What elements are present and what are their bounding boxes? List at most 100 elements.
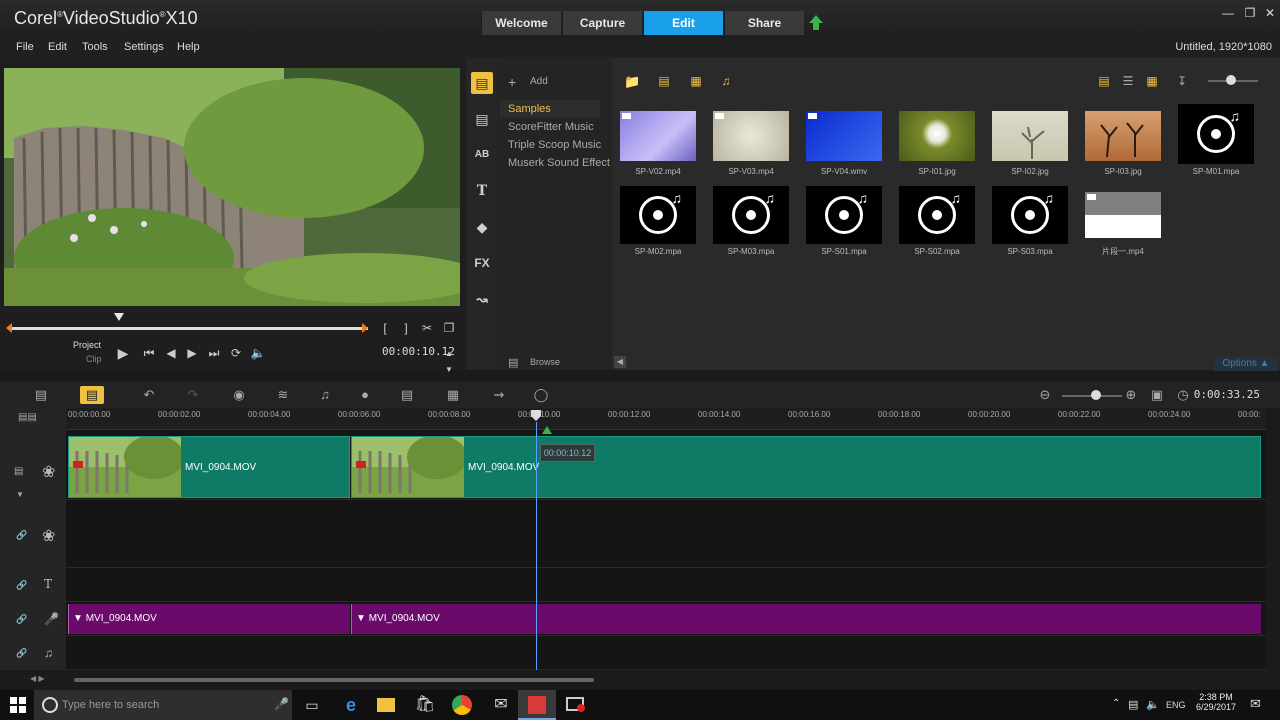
tab-share[interactable]: Share xyxy=(724,11,804,35)
repeat-icon[interactable]: ⟳ xyxy=(227,345,245,361)
title-link-icon[interactable]: 🔗 xyxy=(16,580,27,591)
close-icon[interactable]: ✕ xyxy=(1260,6,1280,22)
menu-help[interactable]: Help xyxy=(177,41,200,53)
sort-icon[interactable]: ▤ xyxy=(1096,74,1112,90)
music-link-icon[interactable]: 🔗 xyxy=(16,648,27,659)
fit-project-icon[interactable]: ▣ xyxy=(1146,386,1168,404)
title-icon[interactable]: T xyxy=(471,180,493,202)
library-item[interactable]: 片段一.mp4 xyxy=(1083,192,1163,257)
trim-end-marker[interactable] xyxy=(362,323,368,333)
library-item[interactable]: ♫ SP-M01.mpa xyxy=(1176,104,1256,176)
title-track[interactable] xyxy=(66,568,1266,602)
time-remapping-icon[interactable]: ⇝ xyxy=(488,386,510,404)
tab-welcome[interactable]: Welcome xyxy=(481,11,561,35)
mark-out-icon[interactable]: ] xyxy=(397,320,415,336)
overlay-track[interactable] xyxy=(66,500,1266,568)
prev-frame-icon[interactable]: ◀ xyxy=(162,345,180,361)
transition-icon[interactable]: AB xyxy=(471,144,493,166)
show-videos-icon[interactable]: ▤ xyxy=(656,74,672,90)
mark-in-icon[interactable]: [ xyxy=(376,320,394,336)
show-audio-icon[interactable]: ♫ xyxy=(718,74,734,90)
folder-samples[interactable]: Samples xyxy=(508,103,551,115)
video-clip[interactable]: MVI_0904.MOV xyxy=(68,436,350,498)
end-icon[interactable]: ⏭ xyxy=(205,345,223,361)
thumbnail-size-knob[interactable] xyxy=(1226,75,1236,85)
menu-tools[interactable]: Tools xyxy=(82,41,108,53)
zoom-out-icon[interactable]: ⊖ xyxy=(1034,386,1056,404)
scrubber-handle[interactable] xyxy=(114,313,124,323)
list-view-icon[interactable]: ☰ xyxy=(1120,74,1136,90)
library-item[interactable]: ♫ SP-M02.mpa xyxy=(618,186,698,256)
graphic-icon[interactable]: ◆ xyxy=(471,216,493,238)
tab-capture[interactable]: Capture xyxy=(562,11,642,35)
redo-icon[interactable]: ↷ xyxy=(182,386,204,404)
library-item[interactable]: SP-I02.jpg xyxy=(990,111,1070,176)
library-item[interactable]: ♫ SP-S03.mpa xyxy=(990,186,1070,256)
zoom-slider-knob[interactable] xyxy=(1091,390,1101,400)
play-icon[interactable]: ▶ xyxy=(114,345,132,361)
taskbar-clock[interactable]: 2:38 PM 6/29/2017 xyxy=(1194,692,1238,712)
path-icon[interactable]: ↝ xyxy=(471,288,493,310)
timecode-spinner-icon[interactable]: ▲ ▼ xyxy=(444,346,454,374)
microphone-icon[interactable]: 🎤 xyxy=(274,697,289,711)
task-view-icon[interactable]: ▭ xyxy=(301,694,323,716)
network-icon[interactable]: ▤ xyxy=(1128,698,1138,711)
folder-triple-scoop-music[interactable]: Triple Scoop Music xyxy=(508,139,601,151)
show-photos-icon[interactable]: ▦ xyxy=(688,74,704,90)
library-item[interactable]: ♫ SP-S02.mpa xyxy=(897,186,977,256)
expand-track-icon[interactable]: ▼ xyxy=(16,490,24,499)
split-icon[interactable]: ✂ xyxy=(418,320,436,336)
browse-icon[interactable]: ▤ xyxy=(508,356,518,369)
file-explorer-icon[interactable] xyxy=(377,698,395,712)
edge-browser-icon[interactable]: e xyxy=(340,694,362,716)
library-item[interactable]: ♫ SP-M03.mpa xyxy=(711,186,791,256)
mail-icon[interactable]: ✉ xyxy=(490,694,512,716)
mask-creator-icon[interactable]: ◯ xyxy=(530,386,552,404)
audio-clip[interactable]: ▼ MVI_0904.MOV xyxy=(68,604,350,634)
restore-icon[interactable]: ❐ xyxy=(1240,6,1260,22)
multi-camera-icon[interactable]: ▦ xyxy=(442,386,464,404)
speaker-icon[interactable]: 🔈 xyxy=(1146,698,1160,711)
add-folder-button[interactable]: Add xyxy=(530,76,548,87)
media-icon[interactable]: ▤ xyxy=(471,72,493,94)
folder-scorefitter-music[interactable]: ScoreFitter Music xyxy=(508,121,594,133)
track-manager-icon[interactable]: ▤▤ xyxy=(18,412,37,423)
library-item[interactable]: ♫ SP-S01.mpa xyxy=(804,186,884,256)
chrome-icon[interactable] xyxy=(452,695,472,715)
options-button[interactable]: Options ▲ xyxy=(1214,357,1278,371)
collapse-library-icon[interactable]: ◀ xyxy=(614,356,626,368)
folder-muserk-sound-effect[interactable]: Muserk Sound Effect xyxy=(508,157,610,169)
library-item[interactable]: SP-V02.mp4 xyxy=(618,111,698,176)
recorder-app-icon[interactable] xyxy=(566,694,588,716)
mode-project[interactable]: Project xyxy=(73,340,101,350)
scrub-bar[interactable] xyxy=(8,327,368,330)
storyboard-view-icon[interactable]: ▤ xyxy=(30,386,52,404)
tab-edit[interactable]: Edit xyxy=(643,11,723,35)
scroll-left-icon[interactable]: ◀ ▶ xyxy=(30,674,45,683)
store-icon[interactable]: 🛍 xyxy=(414,694,436,716)
minimize-icon[interactable]: — xyxy=(1218,6,1238,22)
undo-icon[interactable]: ↶ xyxy=(138,386,160,404)
overlay-link-icon[interactable]: 🔗 xyxy=(16,530,27,541)
menu-settings[interactable]: Settings xyxy=(124,41,164,53)
ripple-edit-icon[interactable]: ▤ xyxy=(14,466,23,477)
library-item[interactable]: SP-V04.wmv xyxy=(804,111,884,176)
mode-clip[interactable]: Clip xyxy=(86,354,102,364)
library-item[interactable]: SP-I01.jpg xyxy=(897,111,977,176)
instant-project-icon[interactable]: ▤ xyxy=(471,108,493,130)
add-icon[interactable]: + xyxy=(508,74,516,90)
action-center-icon[interactable]: ✉ xyxy=(1250,696,1261,712)
next-frame-icon[interactable]: ▶ xyxy=(183,345,201,361)
thumbnail-view-icon[interactable]: ▦ xyxy=(1144,74,1160,90)
input-language[interactable]: ENG xyxy=(1166,700,1186,710)
browse-button[interactable]: Browse xyxy=(530,357,560,367)
music-track[interactable] xyxy=(66,636,1266,670)
trim-start-marker[interactable] xyxy=(6,323,12,333)
video-clip[interactable]: MVI_0904.MOV xyxy=(351,436,1261,498)
timeline-view-icon[interactable]: ▤ xyxy=(80,386,104,404)
library-item[interactable]: SP-I03.jpg xyxy=(1083,111,1163,176)
library-item[interactable]: SP-V03.mp4 xyxy=(711,111,791,176)
sound-mixer-icon[interactable]: ≋ xyxy=(272,386,294,404)
windows-start-icon[interactable] xyxy=(10,697,26,713)
filter-icon[interactable]: FX xyxy=(471,252,493,274)
